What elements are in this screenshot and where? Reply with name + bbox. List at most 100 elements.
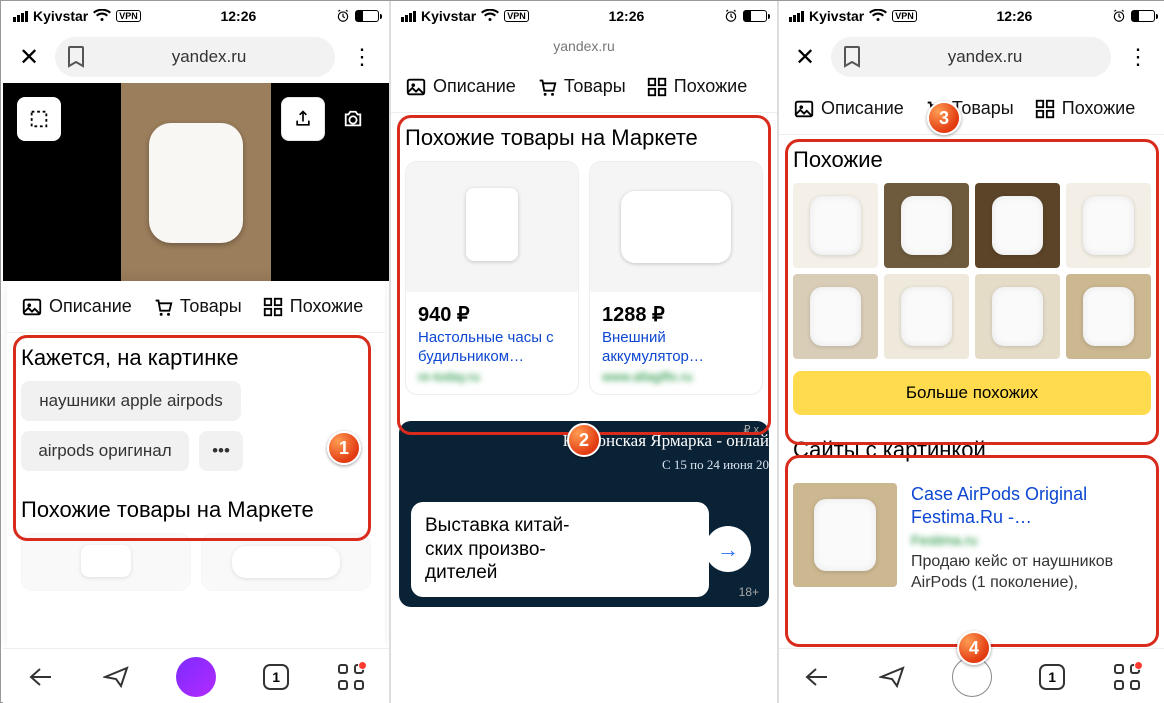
mini-url-bar[interactable]: yandex.ru — [391, 31, 777, 61]
crop-button[interactable] — [17, 97, 61, 141]
vpn-badge: VPN — [116, 10, 141, 22]
tab-description-label: Описание — [49, 296, 132, 317]
back-button[interactable] — [802, 662, 832, 692]
product-shop: www.allagifts.ru — [590, 369, 762, 394]
carrier-label: Kyivstar — [421, 8, 476, 24]
product-card[interactable]: 1288 ₽ Внешний аккумулятор… www.allagift… — [589, 161, 763, 395]
tab-similar-label: Похожие — [290, 296, 363, 317]
similar-image[interactable] — [1066, 183, 1151, 268]
url-bar[interactable]: yandex.ru — [55, 37, 335, 77]
site-source: Festima.ru — [911, 528, 1151, 552]
share-button[interactable] — [281, 97, 325, 141]
product-name: Внешний аккумулятор… — [590, 329, 762, 369]
picture-icon — [405, 76, 427, 98]
more-similar-button[interactable]: Больше похожих — [793, 371, 1151, 415]
more-guesses-button[interactable]: ••• — [199, 431, 243, 471]
similar-image[interactable] — [1066, 274, 1151, 359]
product-price: 940 ₽ — [406, 292, 578, 329]
product-card[interactable] — [21, 533, 191, 591]
product-image — [590, 162, 762, 292]
site-thumb — [793, 483, 897, 587]
similar-image[interactable] — [975, 274, 1060, 359]
callout-3: 3 — [927, 101, 961, 135]
similar-image[interactable] — [884, 183, 969, 268]
status-bar: Kyivstar VPN 12:26 — [391, 1, 777, 31]
result-tabs: Описание Товары Похожие — [7, 281, 385, 333]
services-button[interactable] — [1112, 662, 1142, 692]
services-button[interactable] — [336, 662, 366, 692]
callout-1: 1 — [327, 431, 361, 465]
product-card[interactable] — [201, 533, 371, 591]
product-name: Настольные часы с будильником… — [406, 329, 578, 369]
site-description: Продаю кейс от наушников AirPods (1 поко… — [911, 552, 1151, 594]
tab-description[interactable]: Описание — [405, 76, 516, 98]
browser-toolbar: ✕ yandex.ru ⋮ — [779, 31, 1164, 83]
similar-image[interactable] — [793, 274, 878, 359]
phone-2: Kyivstar VPN 12:26 yandex.ru Описание То… — [391, 1, 777, 703]
url-bar[interactable]: yandex.ru — [831, 37, 1111, 77]
tabs-button[interactable]: 1 — [1037, 662, 1067, 692]
status-bar: Kyivstar VPN 12:26 — [779, 1, 1164, 31]
similar-image[interactable] — [884, 274, 969, 359]
tab-goods[interactable]: Товары — [536, 76, 626, 98]
url-text: yandex.ru — [95, 47, 323, 67]
site-result-item[interactable]: Case AirPods Original Festima.Ru -… Fest… — [779, 473, 1164, 594]
alarm-icon — [724, 9, 738, 23]
tab-description[interactable]: Описание — [21, 296, 132, 318]
site-link[interactable]: Case AirPods Original Festima.Ru -… — [911, 483, 1151, 528]
grid-icon — [646, 76, 668, 98]
ad-age-label: 18+ — [739, 585, 759, 599]
tabs-button[interactable]: 1 — [261, 662, 291, 692]
close-button[interactable]: ✕ — [789, 43, 821, 72]
guess-title: Кажется, на картинке — [7, 333, 385, 381]
wifi-icon — [869, 9, 887, 23]
tab-similar[interactable]: Похожие — [1034, 98, 1135, 120]
similar-image[interactable] — [793, 183, 878, 268]
carrier-label: Kyivstar — [809, 8, 864, 24]
tab-goods[interactable]: Товары — [152, 296, 242, 318]
tab-similar-label: Похожие — [674, 76, 747, 97]
ad-dates: С 15 по 24 июня 20 — [662, 457, 769, 473]
guess-chip[interactable]: airpods оригинал — [21, 431, 189, 471]
alarm-icon — [1112, 9, 1126, 23]
ad-card[interactable]: Выставка китай- ских произво- дителей → — [411, 502, 709, 597]
tab-similar[interactable]: Похожие — [262, 296, 363, 318]
product-card[interactable]: 940 ₽ Настольные часы с будильником… re-… — [405, 161, 579, 395]
bookmark-icon[interactable] — [67, 46, 85, 68]
stage: Kyivstar VPN 12:26 ✕ yandex.ru ⋮ — [0, 0, 1164, 703]
sites-title: Сайты с картинкой — [779, 415, 1164, 473]
vpn-badge: VPN — [892, 10, 917, 22]
arrow-icon: → — [705, 526, 751, 572]
similar-title: Похожие — [779, 135, 1164, 183]
clock: 12:26 — [220, 8, 256, 24]
alice-button[interactable] — [176, 657, 216, 697]
send-button[interactable] — [877, 662, 907, 692]
tab-description[interactable]: Описание — [793, 98, 904, 120]
tab-goods-label: Товары — [180, 296, 242, 317]
wifi-icon — [93, 9, 111, 23]
result-tabs: Описание Товары Похожие — [391, 61, 777, 113]
vpn-badge: VPN — [504, 10, 529, 22]
close-button[interactable]: ✕ — [13, 43, 45, 72]
back-button[interactable] — [26, 662, 56, 692]
wifi-icon — [481, 9, 499, 23]
product-shop: re-today.ru — [406, 369, 578, 394]
similar-image[interactable] — [975, 183, 1060, 268]
callout-2: 2 — [567, 423, 601, 457]
callout-4: 4 — [957, 631, 991, 665]
url-text: yandex.ru — [871, 47, 1099, 67]
bookmark-icon[interactable] — [843, 46, 861, 68]
grid-icon — [262, 296, 284, 318]
clock: 12:26 — [996, 8, 1032, 24]
camera-button[interactable] — [331, 97, 375, 141]
product-price: 1288 ₽ — [590, 292, 762, 329]
guess-chip[interactable]: наушники apple airpods — [21, 381, 241, 421]
cart-icon — [536, 76, 558, 98]
tab-similar[interactable]: Похожие — [646, 76, 747, 98]
kebab-menu-icon[interactable]: ⋮ — [345, 44, 379, 70]
uploaded-photo — [121, 83, 271, 281]
kebab-menu-icon[interactable]: ⋮ — [1121, 44, 1155, 70]
image-search-stage — [3, 83, 389, 281]
send-button[interactable] — [101, 662, 131, 692]
result-tabs: Описание Товары Похожие — [779, 83, 1164, 135]
